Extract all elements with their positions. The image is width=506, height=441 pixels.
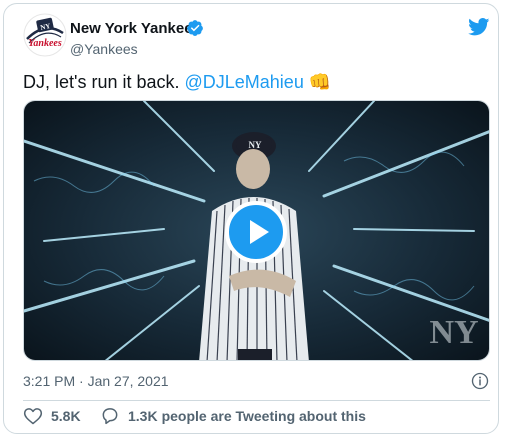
info-icon[interactable] [471, 372, 489, 390]
tweeting-link[interactable]: 1.3K people are Tweeting about this [100, 406, 366, 426]
divider [23, 400, 490, 401]
yankees-logo-icon: NY Yankees [23, 13, 67, 57]
svg-text:NY: NY [249, 140, 262, 150]
author-name[interactable]: New York Yankees [70, 20, 201, 38]
play-icon [250, 220, 269, 244]
like-count: 5.8K [51, 408, 81, 424]
tweet-timestamp[interactable]: 3:21 PM · Jan 27, 2021 [23, 372, 169, 390]
tweeting-label: people are Tweeting about this [161, 408, 366, 424]
avatar[interactable]: NY Yankees [23, 13, 67, 57]
tweet-card: NY Yankees New York Yankees @Yankees DJ,… [3, 3, 499, 434]
svg-text:Yankees: Yankees [28, 38, 62, 49]
video-player[interactable]: NY NY [23, 100, 490, 361]
tweet-text: DJ, let's run it back. @DJLeMahieu 👊 [23, 70, 331, 94]
fist-emoji: 👊 [308, 72, 332, 92]
mention-link[interactable]: @DJLeMahieu [185, 72, 304, 92]
heart-icon [23, 408, 43, 425]
tweet-text-body: DJ, let's run it back. [23, 72, 185, 92]
author-handle[interactable]: @Yankees [70, 40, 138, 58]
play-button[interactable] [225, 201, 287, 263]
tweeting-count: 1.3K [128, 408, 158, 424]
comment-bubble-icon [102, 408, 118, 425]
verified-badge-icon [187, 20, 203, 36]
watermark: NY [429, 314, 478, 351]
twitter-bird-icon[interactable] [468, 18, 490, 36]
like-button[interactable]: 5.8K [23, 406, 81, 426]
